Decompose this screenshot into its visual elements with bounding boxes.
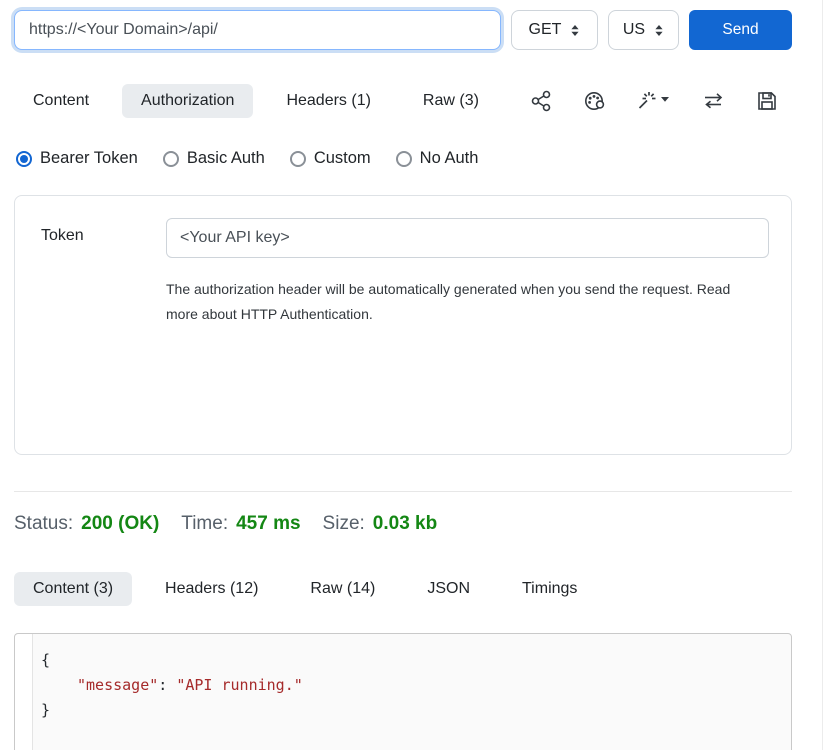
json-close-brace: } bbox=[41, 701, 50, 719]
auth-option-basic-auth[interactable]: Basic Auth bbox=[163, 149, 265, 168]
code-line: } bbox=[41, 698, 791, 723]
json-open-brace: { bbox=[41, 651, 50, 669]
request-toolbar bbox=[530, 90, 792, 112]
save-icon[interactable] bbox=[756, 90, 778, 112]
token-input[interactable] bbox=[166, 218, 769, 258]
request-bar: GET US Send bbox=[14, 10, 792, 50]
status-label: Status: bbox=[14, 513, 73, 535]
auth-option-label: No Auth bbox=[420, 149, 479, 168]
time-label: Time: bbox=[181, 513, 228, 535]
region-select-value: US bbox=[623, 21, 645, 39]
json-value: "API running." bbox=[176, 676, 302, 694]
resp-tab-content[interactable]: Content (3) bbox=[14, 572, 132, 606]
response-json: { "message": "API running."} bbox=[15, 634, 791, 723]
send-button[interactable]: Send bbox=[689, 10, 792, 50]
token-fields: The authorization header will be automat… bbox=[166, 218, 769, 454]
tab-headers[interactable]: Headers (1) bbox=[267, 84, 389, 118]
swap-arrows-icon[interactable] bbox=[701, 90, 725, 112]
radio-icon[interactable] bbox=[396, 151, 412, 167]
radio-icon[interactable] bbox=[163, 151, 179, 167]
region-select[interactable]: US bbox=[608, 10, 679, 50]
token-label: Token bbox=[41, 218, 166, 454]
size-value: 0.03 kb bbox=[373, 513, 437, 535]
time-value: 457 ms bbox=[236, 513, 300, 535]
auth-type-row: Bearer Token Basic Auth Custom No Auth bbox=[14, 149, 792, 168]
auth-option-label: Bearer Token bbox=[40, 149, 138, 168]
size-label: Size: bbox=[323, 513, 365, 535]
api-tester-app: GET US Send Content Authorization Head bbox=[0, 0, 837, 750]
auth-option-no-auth[interactable]: No Auth bbox=[396, 149, 479, 168]
request-tabs: Content Authorization Headers (1) Raw (3… bbox=[14, 84, 498, 118]
updown-arrows-icon bbox=[654, 24, 664, 37]
response-summary: Status: 200 (OK) Time: 457 ms Size: 0.03… bbox=[14, 513, 792, 535]
time-item: Time: 457 ms bbox=[181, 513, 300, 535]
section-divider bbox=[14, 491, 792, 492]
status-item: Status: 200 (OK) bbox=[14, 513, 159, 535]
updown-arrows-icon bbox=[570, 24, 580, 37]
main-column: GET US Send Content Authorization Head bbox=[0, 0, 823, 750]
palette-icon[interactable] bbox=[583, 90, 605, 112]
response-body-panel: { "message": "API running."} bbox=[14, 633, 792, 750]
tab-raw[interactable]: Raw (3) bbox=[404, 84, 498, 118]
resp-tab-json[interactable]: JSON bbox=[408, 572, 489, 606]
tab-content[interactable]: Content bbox=[14, 84, 108, 118]
response-tabs: Content (3) Headers (12) Raw (14) JSON T… bbox=[14, 572, 792, 606]
code-line: { bbox=[41, 648, 791, 673]
size-item: Size: 0.03 kb bbox=[323, 513, 438, 535]
json-key: "message" bbox=[77, 676, 158, 694]
magic-wand-icon[interactable] bbox=[636, 90, 670, 112]
method-select-value: GET bbox=[529, 21, 562, 39]
auth-option-label: Custom bbox=[314, 149, 371, 168]
radio-selected-icon[interactable] bbox=[16, 151, 32, 167]
auth-option-label: Basic Auth bbox=[187, 149, 265, 168]
resp-tab-headers[interactable]: Headers (12) bbox=[146, 572, 277, 606]
radio-icon[interactable] bbox=[290, 151, 306, 167]
resp-tab-timings[interactable]: Timings bbox=[503, 572, 596, 606]
url-input[interactable] bbox=[14, 10, 501, 50]
method-select[interactable]: GET bbox=[511, 10, 598, 50]
token-help-text: The authorization header will be automat… bbox=[166, 277, 751, 327]
auth-option-custom[interactable]: Custom bbox=[290, 149, 371, 168]
tab-authorization[interactable]: Authorization bbox=[122, 84, 253, 118]
bearer-token-panel: Token The authorization header will be a… bbox=[14, 195, 792, 455]
code-line: "message": "API running." bbox=[41, 673, 791, 698]
request-tabs-row: Content Authorization Headers (1) Raw (3… bbox=[14, 84, 792, 118]
share-icon[interactable] bbox=[530, 90, 552, 112]
resp-tab-raw[interactable]: Raw (14) bbox=[291, 572, 394, 606]
status-value: 200 (OK) bbox=[81, 513, 159, 535]
auth-option-bearer-token[interactable]: Bearer Token bbox=[16, 149, 138, 168]
json-colon: : bbox=[158, 676, 176, 694]
